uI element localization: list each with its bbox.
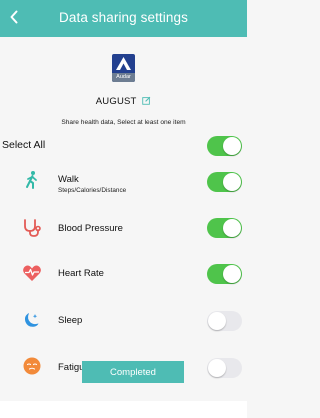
stethoscope-icon	[22, 218, 42, 238]
toggle-knob	[223, 173, 241, 191]
select-all-toggle[interactable]	[207, 136, 242, 156]
heart-rate-label: Heart Rate	[58, 268, 104, 279]
fatigue-toggle[interactable]	[207, 358, 242, 378]
bottom-safe-area	[0, 401, 247, 418]
header-bar: Data sharing settings	[0, 0, 247, 37]
device-name: AUGUST	[95, 96, 137, 107]
logo-mark-icon	[116, 57, 131, 70]
heart-pulse-icon	[22, 263, 42, 283]
heart-rate-toggle[interactable]	[207, 264, 242, 284]
heart-rate-icon	[22, 236, 42, 256]
sleep-toggle[interactable]	[207, 311, 242, 331]
edit-icon	[142, 96, 151, 105]
toggle-knob	[208, 312, 226, 330]
toggle-knob	[208, 359, 226, 377]
toggle-knob	[223, 265, 241, 283]
sleep-label: Sleep	[58, 315, 83, 326]
toggle-knob	[223, 219, 241, 237]
completed-button[interactable]: Completed	[82, 361, 184, 383]
edit-name-button[interactable]	[142, 96, 151, 108]
device-logo: Audar	[112, 54, 135, 82]
tired-face-icon	[22, 356, 42, 376]
device-name-row: AUGUST	[0, 96, 247, 108]
walk-icon	[22, 170, 42, 190]
instructions-text: Share health data, Select at least one i…	[61, 119, 186, 126]
select-all-label: Select All	[2, 139, 46, 151]
blood-pressure-toggle[interactable]	[207, 218, 242, 238]
blood-pressure-label: Blood Pressure	[58, 223, 123, 234]
page-title: Data sharing settings	[59, 10, 188, 25]
walk-toggle[interactable]	[207, 172, 242, 192]
toggle-knob	[223, 137, 241, 155]
moon-icon	[22, 310, 42, 330]
walk-sublabel: Steps/Calories/Distance	[58, 187, 127, 194]
logo-brand-text: Audar	[112, 73, 135, 82]
walk-label: Walk	[58, 174, 79, 185]
